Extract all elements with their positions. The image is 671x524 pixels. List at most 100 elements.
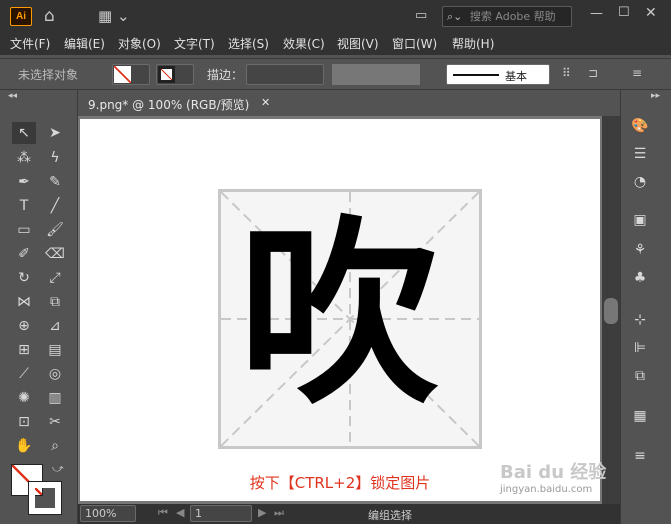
stroke-weight-field[interactable] bbox=[246, 64, 324, 85]
document-tab[interactable]: 9.png* @ 100% (RGB/预览) ✕ bbox=[78, 91, 278, 116]
zoom-field[interactable]: 100% bbox=[80, 505, 136, 522]
magic-wand-tool-icon[interactable]: ⁂ bbox=[12, 147, 36, 169]
artboard-tool-icon[interactable]: ⊡ bbox=[12, 411, 36, 433]
shape-builder-tool-icon[interactable]: ⊕ bbox=[12, 315, 36, 337]
menu-type[interactable]: 文字(T) bbox=[174, 35, 215, 52]
swap-colors-icon[interactable]: ⤻ bbox=[52, 462, 64, 476]
slice-tool-icon[interactable]: ✂ bbox=[43, 411, 67, 433]
search-placeholder: 搜索 Adobe 帮助 bbox=[469, 10, 556, 23]
watermark-brand: Bai du 经验 bbox=[500, 462, 607, 483]
character-grid-image[interactable]: 吹 bbox=[218, 189, 482, 449]
status-mode: 编组选择 bbox=[368, 509, 412, 522]
gradient-tool-icon[interactable]: ▤ bbox=[43, 339, 67, 361]
maximize-icon[interactable]: ☐ bbox=[618, 5, 630, 20]
brushes-panel-icon[interactable]: ⚘ bbox=[629, 240, 651, 260]
line-tool-icon[interactable]: ╱ bbox=[43, 195, 67, 217]
rotate-tool-icon[interactable]: ↻ bbox=[12, 267, 36, 289]
last-artboard-icon[interactable]: ⏭ bbox=[274, 506, 284, 520]
align-panel-icon[interactable]: ⊫ bbox=[629, 338, 651, 358]
first-artboard-icon[interactable]: ⏮ bbox=[158, 506, 168, 520]
tools-panel: ◂◂ ↖ ➤ ⁂ ϟ ✒ ✎ T ╱ ▭ 🖌 ✐ ⌫ ↻ ⤢ ⋈ ⧉ ⊕ ⊿ ⊞… bbox=[0, 90, 78, 524]
direct-selection-tool-icon[interactable]: ➤ bbox=[43, 122, 67, 144]
stroke-swatch[interactable] bbox=[156, 64, 194, 85]
collapse-right-icon[interactable]: ▸▸ bbox=[651, 91, 660, 101]
menu-object[interactable]: 对象(O) bbox=[118, 35, 161, 52]
menu-help[interactable]: 帮助(H) bbox=[452, 35, 494, 52]
brush-name: 基本 bbox=[505, 70, 527, 83]
align-icon[interactable]: ⠿ bbox=[562, 66, 571, 80]
scale-tool-icon[interactable]: ⤢ bbox=[43, 267, 67, 289]
selection-tool-icon[interactable]: ↖ bbox=[12, 122, 36, 144]
transform-panel-icon[interactable]: ⊹ bbox=[629, 310, 651, 330]
properties-panel-icon[interactable]: ☰ bbox=[629, 144, 651, 164]
color-panel-icon[interactable]: 🎨 bbox=[629, 116, 651, 136]
collapse-left-icon[interactable]: ◂◂ bbox=[8, 91, 17, 101]
fill-none-icon bbox=[114, 66, 131, 83]
color-guide-icon[interactable]: ◔ bbox=[629, 172, 651, 192]
search-icon: ⌕⌄ bbox=[447, 10, 463, 23]
title-bar: Ai ⌂ ▦ ⌄ ▭ ⌕⌄ 搜索 Adobe 帮助 — ☐ ✕ bbox=[0, 0, 671, 33]
vertical-scrollbar[interactable] bbox=[602, 116, 620, 504]
close-window-icon[interactable]: ✕ bbox=[645, 5, 657, 21]
brush-line-icon bbox=[453, 74, 499, 76]
zoom-tool-icon[interactable]: ⌕ bbox=[43, 435, 67, 457]
layers-panel-icon[interactable]: ≡ bbox=[629, 446, 651, 466]
lasso-tool-icon[interactable]: ϟ bbox=[43, 147, 67, 169]
workspace-switcher-icon[interactable]: ▦ ⌄ bbox=[98, 7, 130, 25]
stroke-color-indicator[interactable] bbox=[28, 481, 62, 515]
pathfinder-panel-icon[interactable]: ⧉ bbox=[629, 366, 651, 386]
close-tab-icon[interactable]: ✕ bbox=[261, 96, 270, 109]
eraser-tool-icon[interactable]: ⌫ bbox=[43, 243, 67, 265]
column-graph-tool-icon[interactable]: ▥ bbox=[43, 387, 67, 409]
artboard-number-field[interactable]: 1 bbox=[190, 505, 252, 522]
stroke-none-icon bbox=[158, 66, 175, 83]
chinese-character: 吹 bbox=[239, 197, 440, 432]
mesh-tool-icon[interactable]: ⊞ bbox=[12, 339, 36, 361]
status-bar: 100% ⏮ ◀ 1 ▶ ⏭ 编组选择 bbox=[78, 504, 620, 524]
blend-tool-icon[interactable]: ◎ bbox=[43, 363, 67, 385]
watermark-logo: Bai du 经验 jingyan.baidu.com bbox=[500, 458, 620, 498]
pen-tool-icon[interactable]: ✒ bbox=[12, 171, 36, 193]
swatches-panel-icon[interactable]: ▦ bbox=[629, 406, 651, 426]
symbol-sprayer-tool-icon[interactable]: ✺ bbox=[12, 387, 36, 409]
menu-window[interactable]: 窗口(W) bbox=[392, 35, 437, 52]
eyedropper-tool-icon[interactable]: ⟋ bbox=[12, 363, 36, 385]
panel-menu-icon[interactable]: ≡ bbox=[632, 66, 642, 80]
opacity-field[interactable] bbox=[332, 64, 420, 85]
app-logo: Ai bbox=[10, 7, 32, 26]
shaper-tool-icon[interactable]: ✐ bbox=[12, 243, 36, 265]
hand-tool-icon[interactable]: ✋ bbox=[12, 435, 36, 457]
control-bar: 未选择对象 描边： 基本 ⠿ ⊐ ≡ bbox=[0, 58, 671, 90]
watermark-url: jingyan.baidu.com bbox=[500, 484, 593, 495]
menu-view[interactable]: 视图(V) bbox=[337, 35, 379, 52]
next-artboard-icon[interactable]: ▶ bbox=[258, 506, 266, 519]
curvature-tool-icon[interactable]: ✎ bbox=[43, 171, 67, 193]
search-box[interactable]: ⌕⌄ 搜索 Adobe 帮助 bbox=[442, 6, 572, 27]
free-transform-tool-icon[interactable]: ⧉ bbox=[43, 291, 67, 313]
symbols-panel-icon[interactable]: ♣ bbox=[629, 268, 651, 288]
selection-status: 未选择对象 bbox=[18, 68, 79, 82]
menu-file[interactable]: 文件(F) bbox=[10, 35, 50, 52]
stroke-label: 描边： bbox=[207, 68, 244, 82]
width-tool-icon[interactable]: ⋈ bbox=[12, 291, 36, 313]
artboards-panel-icon[interactable]: ▣ bbox=[629, 210, 651, 230]
menu-select[interactable]: 选择(S) bbox=[228, 35, 269, 52]
minimize-icon[interactable]: — bbox=[590, 6, 603, 21]
artboard-number: 1 bbox=[195, 507, 202, 520]
paintbrush-tool-icon[interactable]: 🖌 bbox=[43, 219, 67, 241]
fill-swatch[interactable] bbox=[112, 64, 150, 85]
menu-effect[interactable]: 效果(C) bbox=[283, 35, 325, 52]
menu-bar: 文件(F) 编辑(E) 对象(O) 文字(T) 选择(S) 效果(C) 视图(V… bbox=[0, 33, 671, 55]
rectangle-tool-icon[interactable]: ▭ bbox=[12, 219, 36, 241]
zoom-value: 100% bbox=[85, 507, 117, 520]
prev-artboard-icon[interactable]: ◀ bbox=[176, 506, 184, 519]
scroll-thumb[interactable] bbox=[604, 298, 618, 324]
transform-icon[interactable]: ⊐ bbox=[588, 66, 598, 80]
arrange-documents-icon[interactable]: ▭ bbox=[415, 8, 427, 23]
document-title: 9.png* @ 100% (RGB/预览) bbox=[88, 98, 250, 112]
brush-definition[interactable]: 基本 bbox=[446, 64, 550, 85]
menu-edit[interactable]: 编辑(E) bbox=[64, 35, 105, 52]
type-tool-icon[interactable]: T bbox=[12, 195, 36, 217]
home-icon[interactable]: ⌂ bbox=[44, 6, 55, 26]
perspective-grid-tool-icon[interactable]: ⊿ bbox=[43, 315, 67, 337]
